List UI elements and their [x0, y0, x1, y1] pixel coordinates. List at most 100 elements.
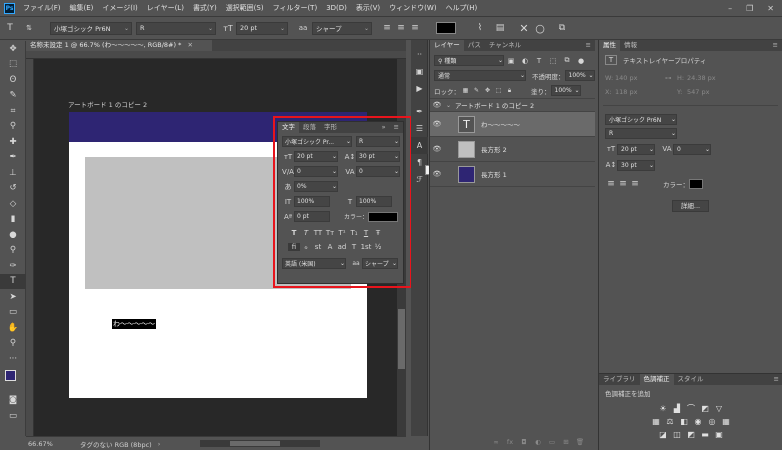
- artboard-label[interactable]: アートボード 1 のコピー 2: [68, 99, 147, 109]
- layer-row-rect1[interactable]: 👁︎ 長方形 1: [430, 162, 595, 187]
- horizontal-scrollbar[interactable]: [200, 440, 321, 447]
- eyedropper-tool-icon[interactable]: ⚲: [0, 119, 26, 135]
- layer-filter-select[interactable]: ⚲ 種類 ⌄: [434, 55, 504, 66]
- blur-tool-icon[interactable]: ●: [0, 227, 26, 243]
- document-tab[interactable]: 名称未設定 1 @ 66.7% (わ〜〜〜〜〜, RGB/8#) * ✕: [26, 40, 212, 51]
- tab-paths[interactable]: パス: [464, 40, 485, 51]
- font-size-select[interactable]: 20 pt ⌄: [236, 21, 288, 35]
- type-tool-icon[interactable]: T: [0, 273, 26, 289]
- properties-panel-menu-icon[interactable]: ≡: [769, 40, 782, 51]
- menu-layer[interactable]: レイヤー(L): [147, 3, 184, 13]
- visibility-eye-icon[interactable]: 👁︎: [430, 145, 444, 153]
- text-color-swatch[interactable]: [436, 22, 456, 34]
- character-panel-toggle-icon[interactable]: ▤: [492, 23, 508, 33]
- filter-adjustment-icon[interactable]: ◐: [518, 57, 532, 65]
- add-mask-icon[interactable]: ◘: [517, 438, 531, 446]
- prop-font-family-select[interactable]: 小塚ゴシック Pr6N ⌄: [605, 113, 677, 125]
- filter-toggle-icon[interactable]: ●: [574, 57, 588, 65]
- lock-image-icon[interactable]: ✎: [471, 87, 482, 94]
- filter-smart-icon[interactable]: ⧉: [560, 56, 574, 65]
- align-left-icon[interactable]: ≡: [380, 23, 394, 33]
- prop-leading-field[interactable]: 30 pt ⌄: [617, 159, 655, 171]
- blend-mode-select[interactable]: 通常 ⌄: [434, 70, 526, 81]
- align-right-icon[interactable]: ≡: [408, 23, 422, 33]
- layer-row-text[interactable]: 👁︎ T わ〜〜〜〜〜: [430, 112, 595, 137]
- filter-shape-icon[interactable]: ⬚: [546, 57, 560, 65]
- color-swatches[interactable]: [0, 367, 26, 393]
- invert-icon[interactable]: ◪: [658, 429, 668, 439]
- brush-panel-icon[interactable]: ✒: [411, 103, 428, 120]
- artboard-group-row[interactable]: 👁︎ ⌄ アートボード 1 のコピー 2: [430, 98, 595, 112]
- lock-transparent-icon[interactable]: ▦: [460, 87, 471, 94]
- menu-file[interactable]: ファイル(F): [23, 3, 61, 13]
- tab-styles[interactable]: スタイル: [674, 374, 708, 385]
- visibility-eye-icon[interactable]: 👁︎: [430, 170, 444, 178]
- prop-align-center-icon[interactable]: ≡: [617, 179, 629, 189]
- black-white-icon[interactable]: ◧: [679, 416, 689, 426]
- menu-view[interactable]: 表示(V): [356, 3, 380, 13]
- filter-pixel-icon[interactable]: ▣: [504, 57, 518, 65]
- gradient-map-icon[interactable]: ▬: [700, 429, 710, 439]
- expand-chevron-icon[interactable]: ⌄: [446, 102, 451, 109]
- threshold-icon[interactable]: ◩: [686, 429, 696, 439]
- visibility-eye-icon[interactable]: 👁︎: [430, 120, 444, 128]
- channel-mixer-icon[interactable]: ◎: [707, 416, 717, 426]
- healing-brush-tool-icon[interactable]: ✚: [0, 134, 26, 150]
- lasso-tool-icon[interactable]: ʘ: [0, 72, 26, 88]
- menu-edit[interactable]: 編集(E): [70, 3, 94, 13]
- new-layer-icon[interactable]: ⊞: [559, 438, 573, 446]
- hue-saturation-icon[interactable]: ▦: [651, 416, 661, 426]
- crop-tool-icon[interactable]: ⌗: [0, 103, 26, 119]
- close-window-button[interactable]: ✕: [767, 4, 774, 13]
- antialias-select[interactable]: シャープ ⌄: [312, 21, 372, 35]
- selective-color-icon[interactable]: ▣: [714, 429, 724, 439]
- opacity-field[interactable]: 100% ⌄: [564, 70, 595, 81]
- menu-image[interactable]: イメージ(I): [102, 3, 137, 13]
- adjustments-menu-icon[interactable]: ≡: [770, 374, 782, 385]
- new-adjustment-icon[interactable]: ◐: [531, 438, 545, 446]
- hand-tool-icon[interactable]: ✋: [0, 320, 26, 336]
- vertical-ruler[interactable]: [26, 59, 34, 436]
- prop-tracking-field[interactable]: 0 ⌄: [673, 143, 711, 155]
- close-document-icon[interactable]: ✕: [187, 41, 192, 49]
- zoom-level[interactable]: 66.67%: [28, 440, 70, 448]
- brightness-icon[interactable]: ☀: [658, 403, 668, 413]
- vibrance-icon[interactable]: ▽: [714, 403, 724, 413]
- commit-icon[interactable]: ○: [532, 22, 548, 35]
- font-style-select[interactable]: R ⌄: [136, 21, 216, 35]
- 3d-text-icon[interactable]: ⧉: [554, 23, 570, 33]
- more-tools-icon[interactable]: ···: [0, 351, 26, 367]
- dock-grip-icon[interactable]: ··: [411, 46, 428, 63]
- horizontal-ruler[interactable]: [26, 51, 406, 59]
- prop-align-right-icon[interactable]: ≡: [629, 179, 641, 189]
- levels-icon[interactable]: ▟: [672, 403, 682, 413]
- layer-row-rect2[interactable]: 👁︎ 長方形 2: [430, 137, 595, 162]
- vertical-scroll-thumb[interactable]: [398, 309, 405, 369]
- visibility-eye-icon[interactable]: 👁︎: [430, 101, 444, 109]
- tab-libraries[interactable]: ライブラリ: [599, 374, 640, 385]
- tab-info[interactable]: 情報: [620, 40, 641, 51]
- color-profile[interactable]: タグのない RGB (8bpc): [80, 439, 152, 449]
- foreground-color-swatch[interactable]: [5, 369, 16, 381]
- lock-position-icon[interactable]: ✥: [482, 87, 493, 94]
- posterize-icon[interactable]: ◫: [672, 429, 682, 439]
- move-tool-icon[interactable]: ✥: [0, 41, 26, 57]
- menu-select[interactable]: 選択範囲(S): [226, 3, 264, 13]
- zoom-tool-icon[interactable]: ⚲: [0, 336, 26, 352]
- photo-filter-icon[interactable]: ◉: [693, 416, 703, 426]
- link-layers-icon[interactable]: ∞: [489, 438, 503, 446]
- menu-type[interactable]: 書式(Y): [193, 3, 217, 13]
- filter-type-icon[interactable]: T: [532, 57, 546, 65]
- menu-window[interactable]: ウィンドウ(W): [389, 3, 436, 13]
- prop-color-swatch[interactable]: [689, 179, 703, 189]
- menu-filter[interactable]: フィルター(T): [273, 3, 318, 13]
- stamp-tool-icon[interactable]: ⊥: [0, 165, 26, 181]
- pen-tool-icon[interactable]: ✑: [0, 258, 26, 274]
- color-balance-icon[interactable]: ⚖: [665, 416, 675, 426]
- minimize-button[interactable]: –: [728, 4, 732, 13]
- gradient-tool-icon[interactable]: ▮: [0, 212, 26, 228]
- status-menu-icon[interactable]: ›: [158, 440, 161, 448]
- eraser-tool-icon[interactable]: ◇: [0, 196, 26, 212]
- delete-layer-icon[interactable]: 🗑︎: [573, 438, 587, 446]
- prop-font-size-field[interactable]: 20 pt ⌄: [617, 143, 655, 155]
